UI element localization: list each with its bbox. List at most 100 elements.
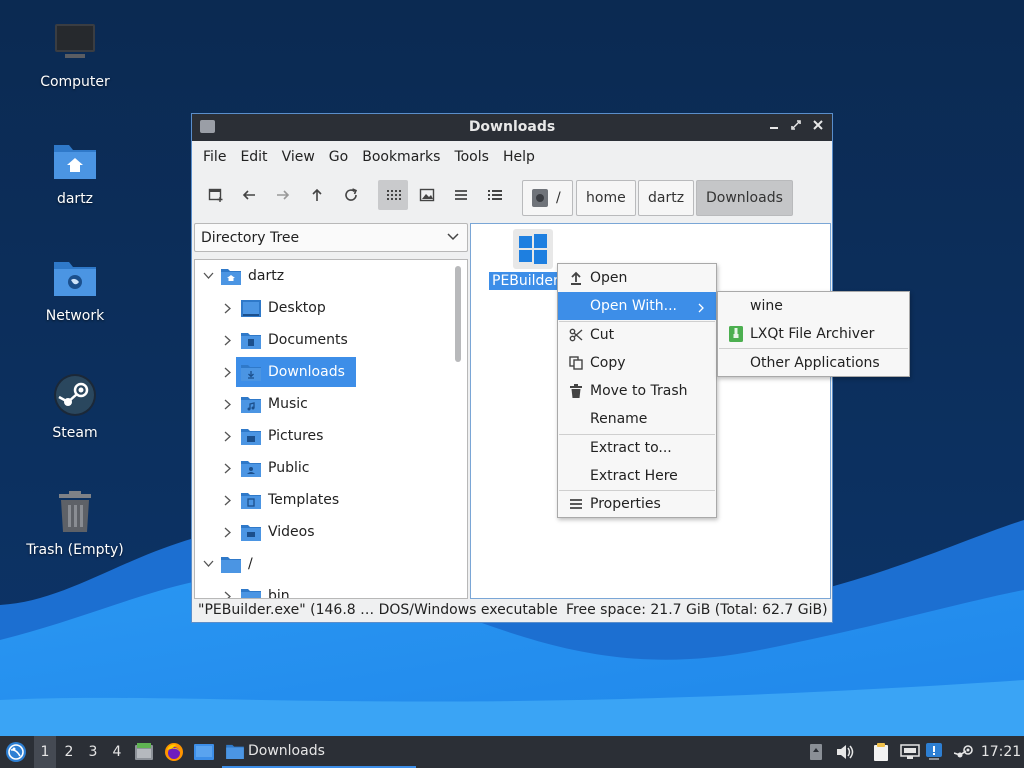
file-name: PEBuilder.exe (489, 272, 565, 290)
show-desktop-button[interactable] (192, 736, 216, 768)
up-button[interactable] (302, 180, 332, 210)
desktop-icon-computer[interactable]: Computer (20, 20, 130, 90)
reload-button[interactable] (336, 180, 366, 210)
menu-item-extract-to[interactable]: Extract to... (558, 434, 716, 462)
file-manager-launcher[interactable] (132, 736, 156, 768)
file-manager-icon (135, 743, 153, 760)
window-titlebar[interactable]: Downloads (192, 114, 832, 141)
menu-tools[interactable]: Tools (447, 149, 496, 165)
tree-item-dartz[interactable]: dartz (201, 261, 284, 291)
path-button-dartz[interactable]: dartz (638, 180, 695, 216)
compact-view-button[interactable] (446, 180, 476, 210)
submenu-item-lxqt-archiver[interactable]: LXQt File Archiver (718, 320, 909, 348)
desktop-switch-3[interactable]: 3 (82, 736, 104, 768)
minimize-button[interactable] (765, 117, 783, 137)
tree-item-bin[interactable]: bin (221, 581, 290, 598)
steam-icon (51, 371, 99, 419)
chevron-down-icon[interactable] (201, 557, 215, 571)
menu-item-extract-here[interactable]: Extract Here (558, 462, 716, 490)
clock[interactable]: 17:21 (980, 736, 1022, 768)
status-bar: "PEBuilder.exe" (146.8 … DOS/Windows exe… (192, 598, 832, 622)
path-button-root[interactable]: / (522, 180, 573, 216)
tray-notification[interactable] (924, 736, 944, 768)
tray-updates[interactable] (806, 736, 826, 768)
new-tab-button[interactable] (201, 180, 231, 210)
path-button-home[interactable]: home (576, 180, 636, 216)
submenu-item-other-applications[interactable]: Other Applications (718, 349, 909, 377)
chevron-right-icon[interactable] (221, 525, 235, 539)
menu-item-label: Properties (590, 496, 661, 512)
menu-file[interactable]: File (196, 149, 233, 165)
menu-view[interactable]: View (275, 149, 322, 165)
menu-edit[interactable]: Edit (233, 149, 274, 165)
compact-list-icon (455, 190, 467, 200)
chevron-right-icon[interactable] (221, 301, 235, 315)
menu-item-rename[interactable]: Rename (558, 405, 716, 433)
desktop-switch-4[interactable]: 4 (106, 736, 128, 768)
maximize-button[interactable] (787, 117, 805, 137)
tree-item-downloads[interactable]: Downloads (236, 357, 356, 387)
tree-item-desktop[interactable]: Desktop (221, 293, 326, 323)
chevron-right-icon[interactable] (221, 365, 235, 379)
tray-network[interactable] (898, 736, 922, 768)
tray-volume[interactable] (834, 736, 856, 768)
menu-item-properties[interactable]: Properties (558, 490, 716, 518)
desktop-switch-2[interactable]: 2 (58, 736, 80, 768)
chevron-right-icon[interactable] (221, 429, 235, 443)
tree-item-music[interactable]: Music (221, 389, 308, 419)
submenu-item-wine[interactable]: wine (718, 292, 909, 320)
home-folder-icon (51, 137, 99, 185)
menu-item-label: Open With... (590, 298, 677, 314)
trash-icon (568, 383, 584, 399)
menu-help[interactable]: Help (496, 149, 542, 165)
desktop-icon-trash[interactable]: Trash (Empty) (20, 488, 130, 558)
close-button[interactable] (809, 117, 827, 137)
archive-icon (728, 326, 744, 342)
tree-item-videos[interactable]: Videos (221, 517, 315, 547)
tree-label: Desktop (268, 300, 326, 316)
tray-clipboard[interactable] (870, 736, 892, 768)
tree-label: Downloads (268, 364, 345, 380)
menu-item-open-with[interactable]: Open With... (558, 292, 716, 320)
menu-bookmarks[interactable]: Bookmarks (355, 149, 447, 165)
thumbnail-view-button[interactable] (412, 180, 442, 210)
menu-go[interactable]: Go (322, 149, 355, 165)
menu-item-label: Extract Here (590, 468, 678, 484)
path-label-root: / (556, 190, 561, 206)
desktop-icon-dartz[interactable]: dartz (20, 137, 130, 207)
tree-item-pictures[interactable]: Pictures (221, 421, 323, 451)
chevron-down-icon[interactable] (201, 269, 215, 283)
task-button-downloads[interactable]: Downloads (222, 736, 416, 768)
desktop-switch-1[interactable]: 1 (34, 736, 56, 768)
window-title: Downloads (468, 119, 556, 135)
tree-item-root[interactable]: / (201, 549, 253, 579)
side-panel-mode-select[interactable]: Directory Tree (194, 223, 468, 252)
computer-icon (51, 20, 99, 68)
network-wired-icon (900, 744, 920, 759)
menu-item-open[interactable]: Open (558, 264, 716, 292)
tree-item-public[interactable]: Public (221, 453, 309, 483)
windows-icon (513, 229, 553, 269)
chevron-right-icon[interactable] (221, 461, 235, 475)
image-icon (419, 188, 435, 202)
icon-view-button[interactable] (378, 180, 408, 210)
forward-button[interactable] (268, 180, 298, 210)
start-menu-button[interactable] (2, 736, 30, 768)
menu-item-cut[interactable]: Cut (558, 321, 716, 349)
tray-steam[interactable] (952, 736, 976, 768)
menu-item-move-to-trash[interactable]: Move to Trash (558, 377, 716, 405)
back-button[interactable] (234, 180, 264, 210)
desktop-icon-network[interactable]: Network (20, 254, 130, 324)
chevron-right-icon[interactable] (221, 397, 235, 411)
detailed-view-button[interactable] (480, 180, 510, 210)
chevron-right-icon[interactable] (221, 493, 235, 507)
chevron-right-icon[interactable] (221, 333, 235, 347)
tree-item-templates[interactable]: Templates (221, 485, 339, 515)
side-panel-mode-label: Directory Tree (201, 229, 300, 246)
desktop-icon-steam[interactable]: Steam (20, 371, 130, 441)
tree-item-documents[interactable]: Documents (221, 325, 348, 355)
path-button-downloads[interactable]: Downloads (696, 180, 793, 216)
firefox-launcher[interactable] (162, 736, 186, 768)
menu-item-copy[interactable]: Copy (558, 349, 716, 377)
tree-scrollbar[interactable] (455, 266, 461, 362)
